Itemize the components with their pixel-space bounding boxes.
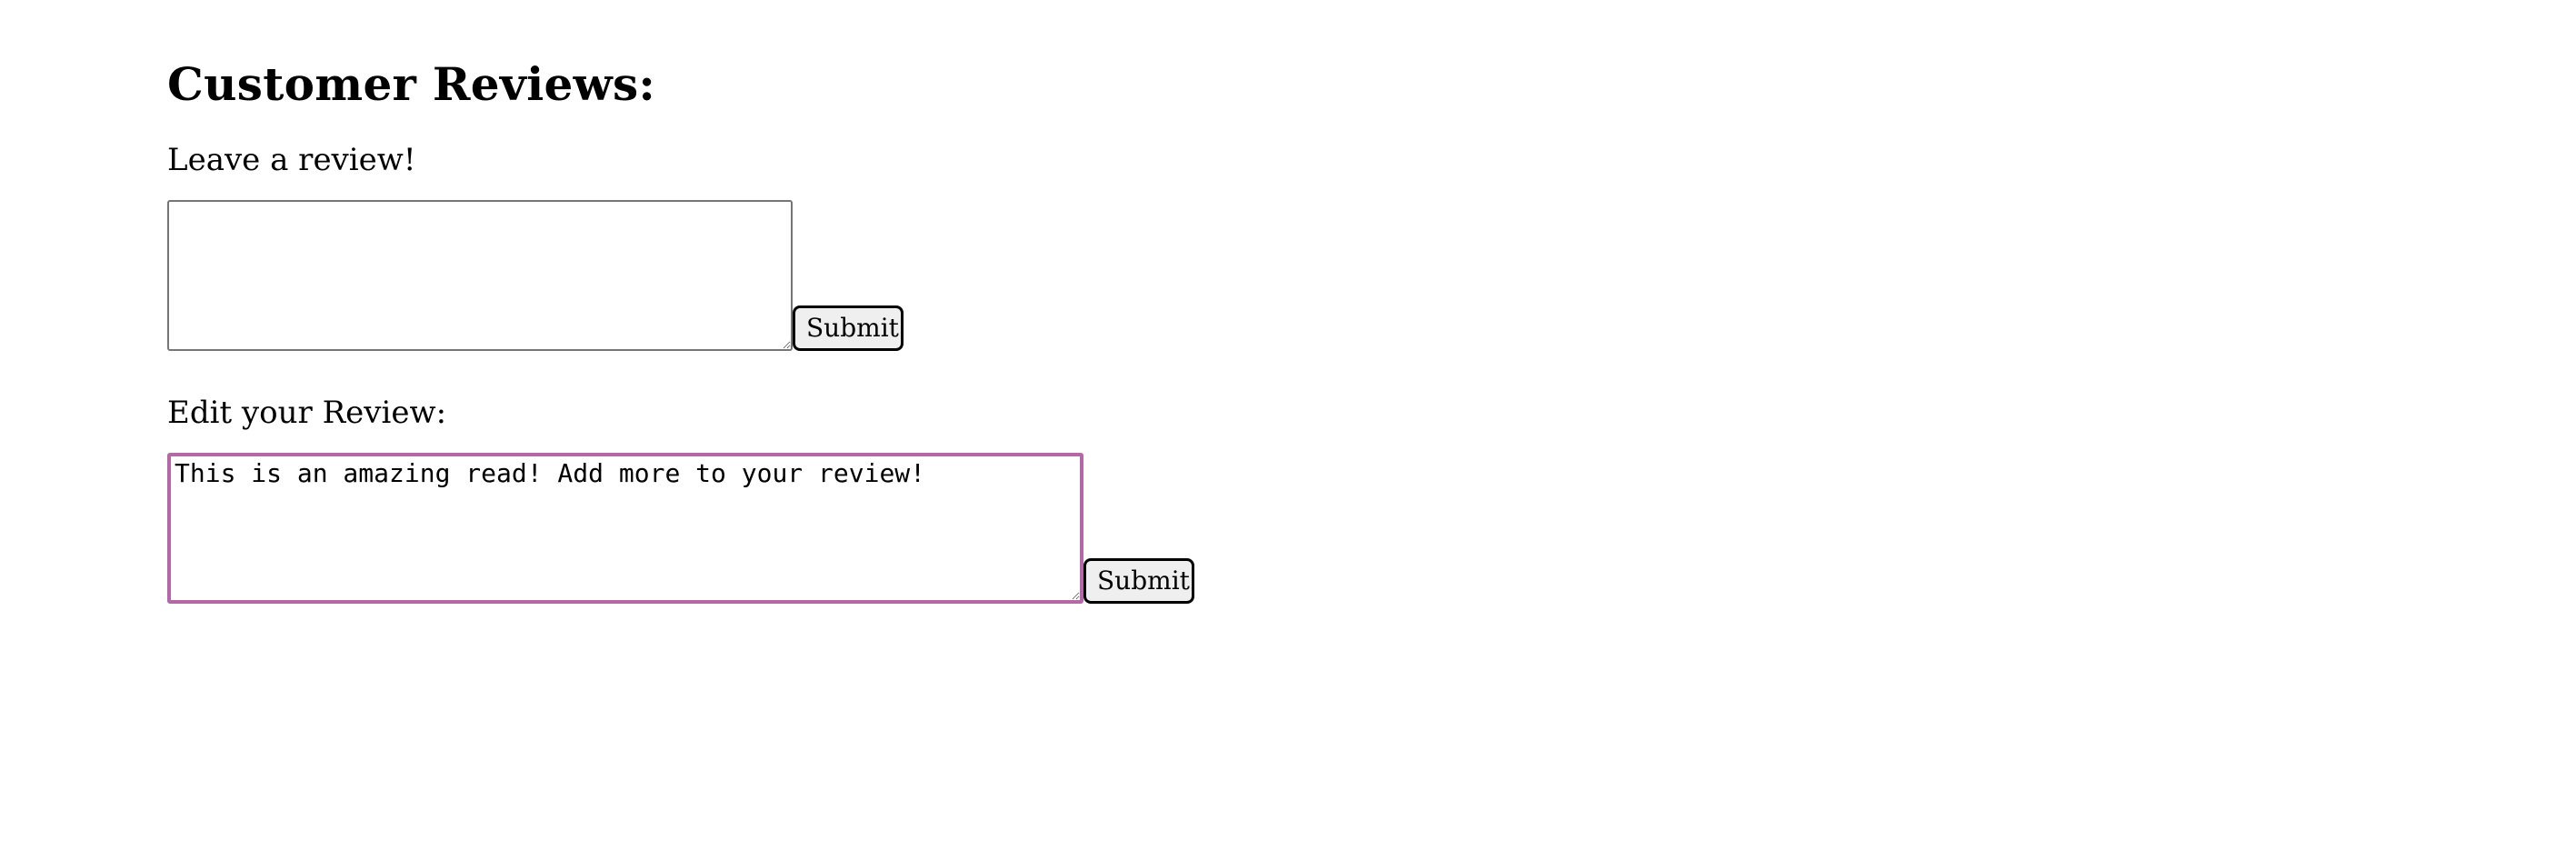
- edit-review-label: Edit your Review:: [167, 395, 447, 431]
- new-review-form: Submit: [167, 200, 1194, 351]
- new-review-textarea[interactable]: [167, 200, 793, 351]
- page-title: Customer Reviews:: [167, 57, 656, 111]
- submit-review-button[interactable]: Submit: [793, 305, 904, 351]
- leave-review-label: Leave a review!: [167, 142, 416, 178]
- reviews-section: Customer Reviews: Leave a review! Submit…: [167, 47, 1194, 604]
- edit-review-form: This is an amazing read! Add more to you…: [167, 453, 1194, 604]
- submit-edit-button[interactable]: Submit: [1083, 558, 1194, 604]
- edit-review-textarea[interactable]: This is an amazing read! Add more to you…: [167, 453, 1083, 604]
- page: Customer Reviews: Leave a review! Submit…: [0, 0, 2576, 851]
